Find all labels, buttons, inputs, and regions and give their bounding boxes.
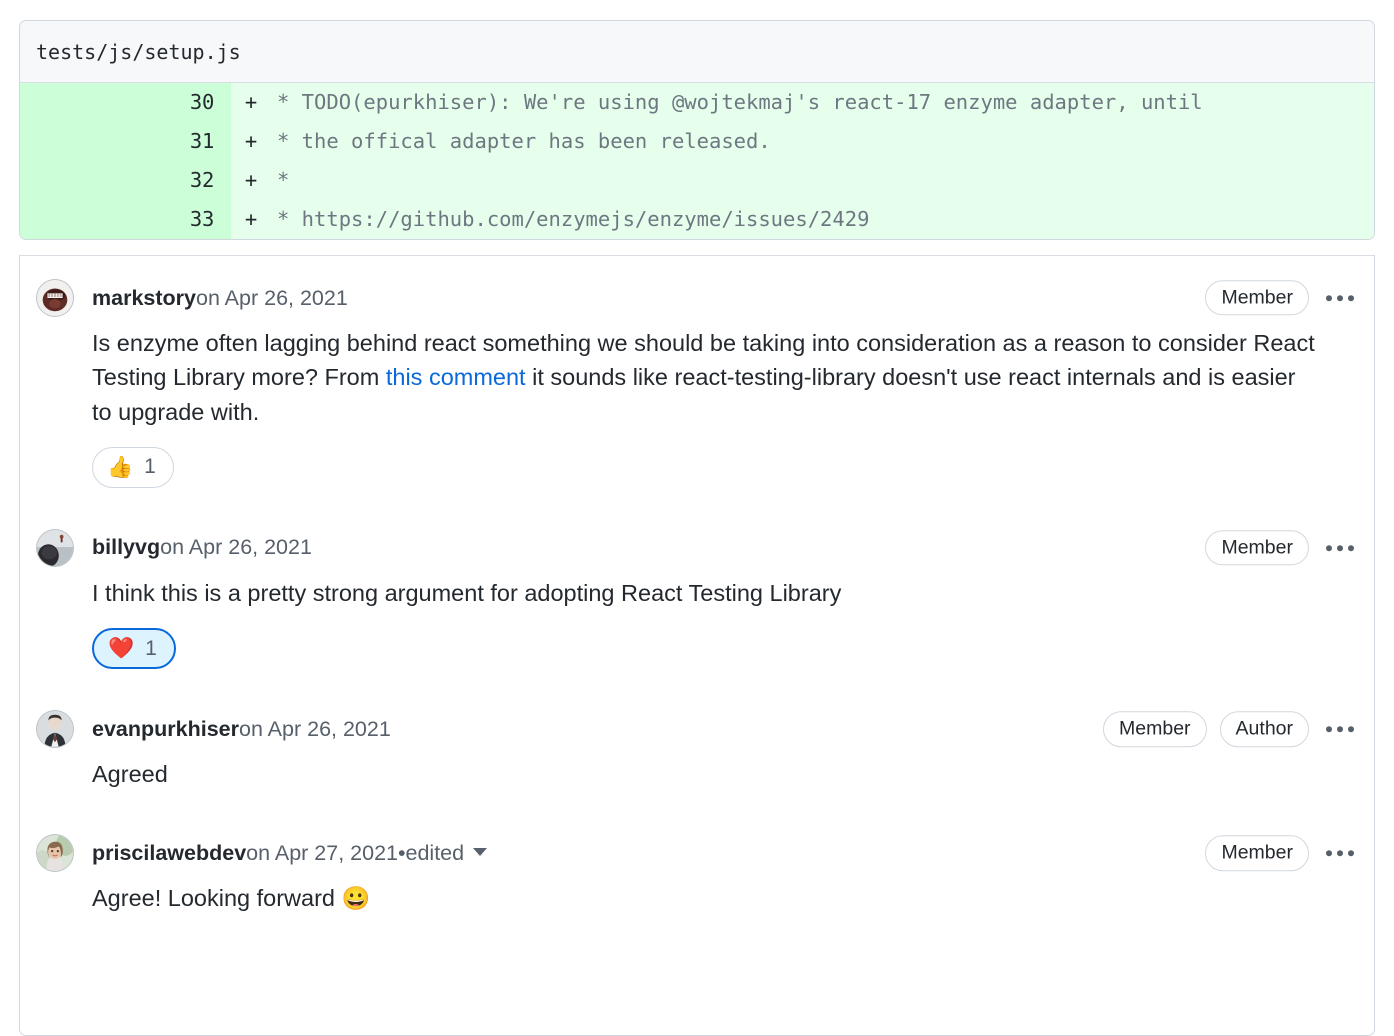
badge-member: Member	[1205, 835, 1309, 872]
diff-line-number: 33	[20, 200, 231, 239]
comment-evanpurkhiser: evanpurkhiser on Apr 26, 2021 Member Aut…	[20, 669, 1374, 791]
diff-line-number: 30	[20, 83, 231, 122]
comment-author[interactable]: evanpurkhiser	[92, 717, 239, 742]
diff-code-text: * the offical adapter has been released.	[271, 122, 1374, 161]
diff-line-number: 32	[20, 161, 231, 200]
comment-author[interactable]: markstory	[92, 286, 196, 311]
reaction-bar: 👍 1	[92, 446, 1358, 488]
avatar-priscilawebdev[interactable]	[36, 834, 74, 873]
diff-card: tests/js/setup.js 30 + * TODO(epurkhiser…	[19, 20, 1375, 240]
diff-line-row[interactable]: 31 + * the offical adapter has been rele…	[20, 122, 1374, 161]
comment-timestamp[interactable]: on Apr 26, 2021	[196, 286, 348, 311]
chevron-down-icon[interactable]	[473, 847, 488, 856]
diff-add-marker: +	[231, 200, 271, 239]
badge-member: Member	[1205, 530, 1309, 566]
comment-timestamp[interactable]: on Apr 27, 2021	[246, 841, 398, 866]
reaction-count: 1	[145, 636, 157, 660]
badge-author: Author	[1219, 711, 1309, 747]
avatar-billyvg[interactable]	[36, 528, 74, 567]
more-options-icon[interactable]	[1322, 720, 1358, 738]
more-options-icon[interactable]	[1322, 289, 1358, 307]
comment-header: billyvg on Apr 26, 2021 Member	[36, 520, 1358, 576]
comment-header-actions: Member	[1205, 280, 1358, 316]
comment-markstory: markstory on Apr 26, 2021 Member Is enzy…	[20, 256, 1374, 488]
comment-body: Agree! Looking forward 😀	[92, 881, 1358, 916]
comment-header: markstory on Apr 26, 2021 Member	[36, 270, 1358, 326]
heart-icon: ❤️	[108, 637, 135, 661]
avatar-image	[37, 711, 73, 748]
avatar-image	[37, 529, 73, 566]
comment-header-actions: Member	[1205, 530, 1358, 566]
avatar-image	[37, 835, 73, 872]
comment-timestamp[interactable]: on Apr 26, 2021	[160, 535, 312, 560]
grinning-face-emoji: 😀	[341, 885, 371, 912]
diff-code-text: *	[271, 161, 1374, 200]
diff-code-text: * TODO(epurkhiser): We're using @wojtekm…	[271, 83, 1374, 122]
comment-author[interactable]: priscilawebdev	[92, 841, 246, 866]
comment-body: Is enzyme often lagging behind react som…	[92, 326, 1358, 429]
diff-file-header: tests/js/setup.js	[20, 21, 1374, 83]
more-options-icon[interactable]	[1322, 844, 1358, 862]
diff-add-marker: +	[231, 122, 271, 161]
comment-author[interactable]: billyvg	[92, 535, 160, 560]
more-options-icon[interactable]	[1322, 539, 1358, 557]
this-comment-link[interactable]: this comment	[386, 364, 526, 390]
comment-thread: markstory on Apr 26, 2021 Member Is enzy…	[19, 255, 1375, 1036]
comment-header: priscilawebdev on Apr 27, 2021 • edited …	[36, 825, 1358, 881]
diff-line-row[interactable]: 30 + * TODO(epurkhiser): We're using @wo…	[20, 83, 1374, 122]
comment-body: I think this is a pretty strong argument…	[92, 576, 1358, 610]
diff-line-number: 31	[20, 122, 231, 161]
diff-line-row[interactable]: 33 + * https://github.com/enzymejs/enzym…	[20, 200, 1374, 239]
comment-text-part: I think this is a pretty strong argument…	[92, 579, 842, 606]
comment-meta: markstory on Apr 26, 2021	[92, 286, 348, 311]
comment-header: evanpurkhiser on Apr 26, 2021 Member Aut…	[36, 701, 1358, 757]
badge-member: Member	[1205, 280, 1309, 316]
diff-body: 30 + * TODO(epurkhiser): We're using @wo…	[20, 83, 1374, 239]
thumbsup-icon: 👍	[107, 455, 134, 479]
avatar-image	[37, 280, 73, 316]
reaction-count: 1	[144, 455, 156, 479]
reaction-heart[interactable]: ❤️ 1	[92, 628, 176, 670]
diff-filename[interactable]: tests/js/setup.js	[36, 40, 241, 64]
reaction-thumbsup[interactable]: 👍 1	[92, 446, 174, 488]
comment-text-part: Agree! Looking forward	[92, 885, 342, 912]
comment-meta: evanpurkhiser on Apr 26, 2021	[92, 717, 391, 742]
badge-member: Member	[1103, 711, 1207, 747]
reaction-bar: ❤️ 1	[92, 628, 1358, 670]
edited-label[interactable]: edited	[406, 841, 465, 866]
diff-add-marker: +	[231, 161, 271, 200]
avatar-evanpurkhiser[interactable]	[36, 710, 74, 749]
diff-add-marker: +	[231, 83, 271, 122]
comment-meta: priscilawebdev on Apr 27, 2021 • edited	[92, 840, 488, 866]
comment-header-actions: Member	[1205, 835, 1358, 872]
comment-header-actions: Member Author	[1103, 711, 1358, 747]
comment-text-part: Agreed	[92, 761, 168, 788]
diff-line-row[interactable]: 32 + *	[20, 161, 1374, 200]
comment-priscilawebdev: priscilawebdev on Apr 27, 2021 • edited …	[20, 791, 1374, 916]
github-pr-diff-conversation: tests/js/setup.js 30 + * TODO(epurkhiser…	[0, 0, 1394, 1036]
comment-body: Agreed	[92, 757, 1358, 791]
comment-timestamp[interactable]: on Apr 26, 2021	[239, 717, 391, 742]
avatar-markstory[interactable]	[36, 279, 74, 317]
comment-meta: billyvg on Apr 26, 2021	[92, 535, 312, 560]
diff-code-text: * https://github.com/enzymejs/enzyme/iss…	[271, 200, 1374, 239]
edited-separator: •	[397, 840, 406, 865]
comment-billyvg: billyvg on Apr 26, 2021 Member I think t…	[20, 488, 1374, 670]
